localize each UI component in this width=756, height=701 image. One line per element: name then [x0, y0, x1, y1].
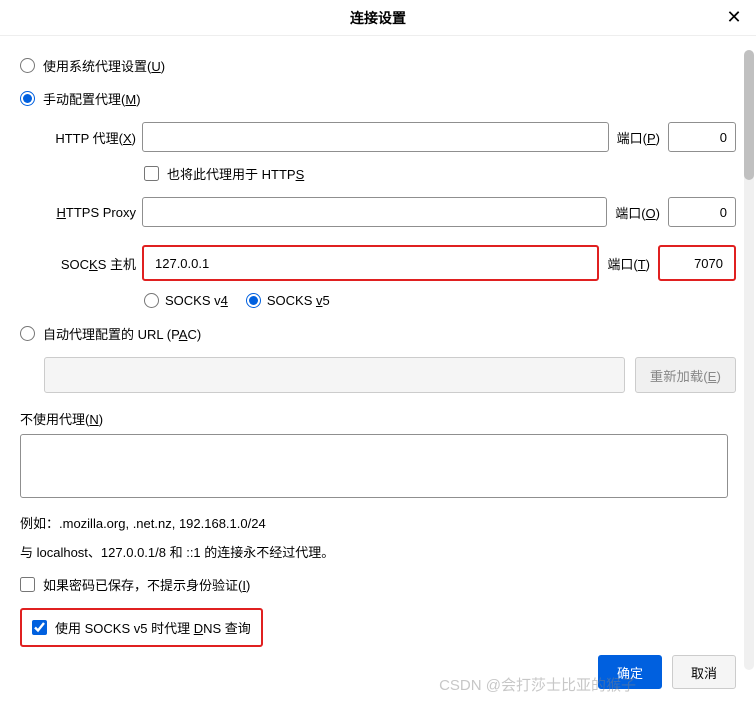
socks-host-highlight [142, 245, 599, 281]
radio-system-proxy[interactable] [20, 58, 35, 73]
no-prompt-label[interactable]: 如果密码已保存，不提示身份验证(I) [43, 575, 250, 594]
noproxy-textarea[interactable] [20, 434, 728, 498]
radio-pac[interactable] [20, 326, 35, 341]
https-port-input[interactable] [668, 197, 736, 227]
radio-manual-proxy[interactable] [20, 91, 35, 106]
no-prompt-row: 如果密码已保存，不提示身份验证(I) [20, 575, 736, 594]
scrollbar-track[interactable] [744, 50, 754, 670]
radio-manual-proxy-row: 手动配置代理(M) [20, 89, 736, 108]
also-https-checkbox[interactable] [144, 166, 159, 181]
socks-host-input[interactable] [147, 250, 594, 276]
socks-version-row: SOCKS v4 SOCKS v5 [144, 293, 736, 308]
reload-button[interactable]: 重新加载(E) [635, 357, 736, 393]
socks-v4-label[interactable]: SOCKS v4 [165, 293, 228, 308]
scrollbar-thumb[interactable] [744, 50, 754, 180]
socks-host-row: SOCKS 主机 端口(T) [44, 245, 736, 281]
dns-highlight: 使用 SOCKS v5 时代理 DNS 查询 [20, 608, 263, 647]
dns-proxy-checkbox[interactable] [32, 620, 47, 635]
socks-host-label: SOCKS 主机 [44, 254, 136, 273]
titlebar: 连接设置 ✕ [0, 0, 756, 36]
dialog-footer: 确定 取消 [598, 655, 736, 689]
connection-settings-dialog: 连接设置 ✕ 使用系统代理设置(U) 手动配置代理(M) HTTP 代理(X) … [0, 0, 756, 701]
https-proxy-label: HTTPS Proxy [44, 205, 136, 220]
noproxy-label: 不使用代理(N) [20, 409, 736, 428]
http-proxy-label: HTTP 代理(X) [44, 128, 136, 147]
radio-socks-v4[interactable] [144, 293, 159, 308]
https-port-label: 端口(O) [615, 203, 660, 222]
http-port-label: 端口(P) [617, 128, 660, 147]
also-https-label[interactable]: 也将此代理用于 HTTPS [167, 164, 304, 183]
close-icon[interactable]: ✕ [724, 8, 744, 28]
socks-port-highlight [658, 245, 736, 281]
radio-pac-label[interactable]: 自动代理配置的 URL (PAC) [43, 324, 201, 343]
dialog-title: 连接设置 [350, 8, 406, 28]
noproxy-example: 例如：.mozilla.org, .net.nz, 192.168.1.0/24 [20, 513, 736, 532]
https-proxy-row: HTTPS Proxy 端口(O) [44, 197, 736, 227]
socks-v5-label[interactable]: SOCKS v5 [267, 293, 330, 308]
radio-manual-proxy-label[interactable]: 手动配置代理(M) [43, 89, 141, 108]
dns-proxy-label[interactable]: 使用 SOCKS v5 时代理 DNS 查询 [55, 618, 251, 637]
socks-v5-item: SOCKS v5 [246, 293, 330, 308]
radio-pac-row: 自动代理配置的 URL (PAC) [20, 324, 736, 343]
http-port-input[interactable] [668, 122, 736, 152]
also-https-row: 也将此代理用于 HTTPS [144, 164, 736, 183]
socks-v4-item: SOCKS v4 [144, 293, 228, 308]
http-proxy-row: HTTP 代理(X) 端口(P) [44, 122, 736, 152]
dialog-content: 使用系统代理设置(U) 手动配置代理(M) HTTP 代理(X) 端口(P) 也… [0, 36, 756, 701]
radio-socks-v5[interactable] [246, 293, 261, 308]
https-proxy-input[interactable] [142, 197, 607, 227]
pac-url-input[interactable] [44, 357, 625, 393]
pac-url-row: 重新加载(E) [44, 357, 736, 393]
radio-system-proxy-label[interactable]: 使用系统代理设置(U) [43, 56, 165, 75]
localhost-note: 与 localhost、127.0.0.1/8 和 ::1 的连接永不经过代理。 [20, 542, 736, 561]
cancel-button[interactable]: 取消 [672, 655, 736, 689]
socks-port-label: 端口(T) [607, 254, 650, 273]
ok-button[interactable]: 确定 [598, 655, 662, 689]
http-proxy-input[interactable] [142, 122, 609, 152]
socks-port-input[interactable] [663, 250, 731, 276]
no-prompt-checkbox[interactable] [20, 577, 35, 592]
radio-system-proxy-row: 使用系统代理设置(U) [20, 56, 736, 75]
